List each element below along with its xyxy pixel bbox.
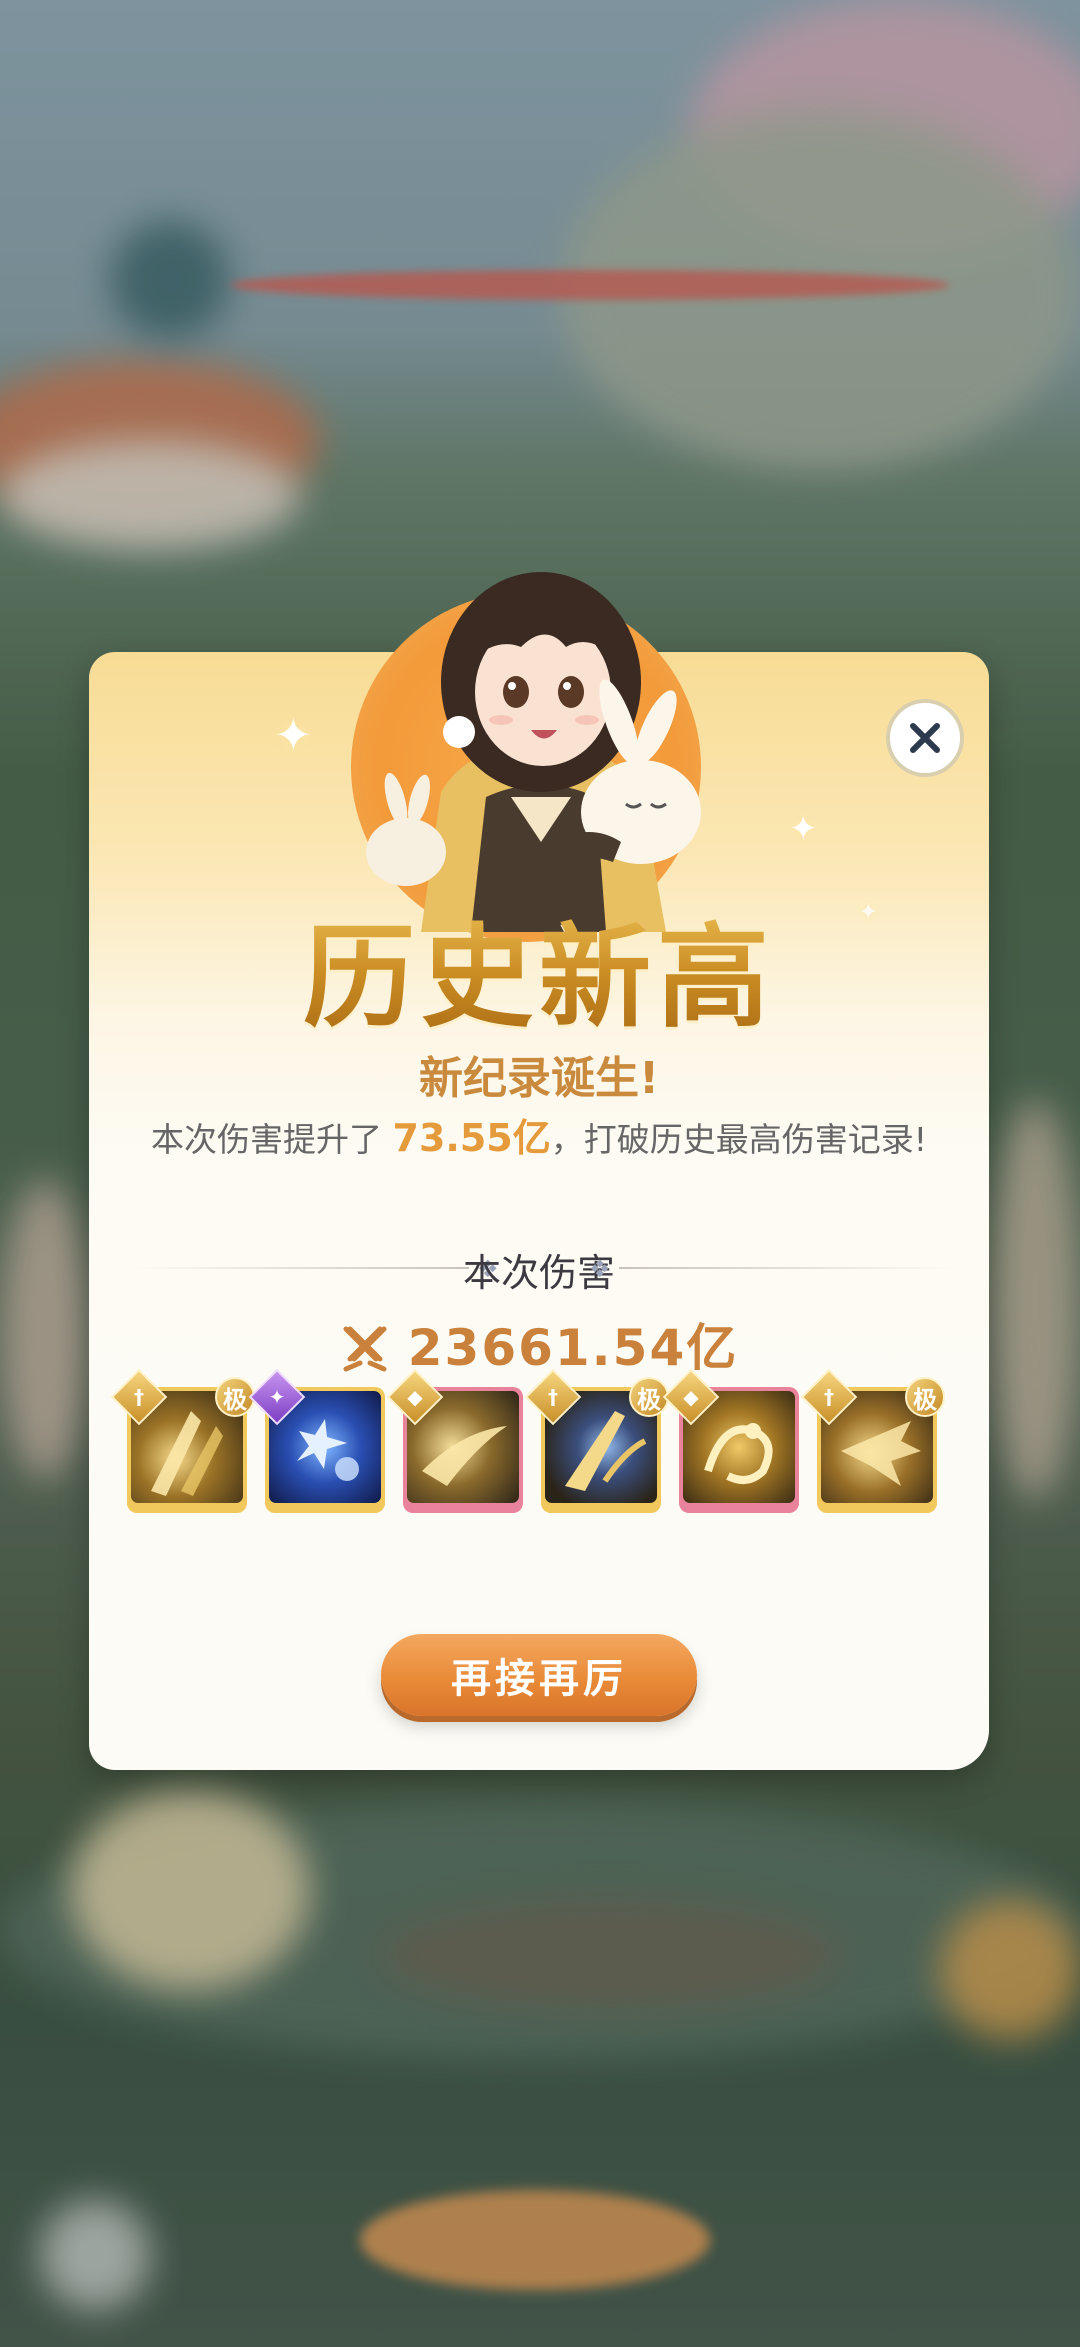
record-title: 历史新高 xyxy=(89,887,989,1049)
skill-card[interactable]: † 极 xyxy=(524,1368,669,1513)
diamond-icon: ❖ xyxy=(589,1255,611,1283)
damage-increase-value: 73.55亿 xyxy=(392,1116,551,1160)
skill-card[interactable]: † 极 xyxy=(110,1368,255,1513)
skill-list: † 极 ✦ ◆ † 极 ◆ † 极 xyxy=(110,1368,957,1517)
record-description: 本次伤害提升了 73.55亿，打破历史最高伤害记录! xyxy=(89,1107,989,1162)
desc-suffix: ，打破历史最高伤害记录! xyxy=(550,1120,927,1159)
retry-button[interactable]: 再接再厉 xyxy=(381,1634,697,1716)
desc-prefix: 本次伤害提升了 xyxy=(151,1120,393,1159)
damage-total: 23661.54亿 xyxy=(89,1308,989,1380)
section-title: 本次伤害 xyxy=(462,1251,615,1295)
skill-card[interactable]: ◆ xyxy=(662,1368,799,1513)
character-illustration xyxy=(366,572,701,932)
skill-card[interactable]: † 极 xyxy=(800,1368,945,1513)
sparkle-icon: ✦ xyxy=(789,809,818,849)
new-record-dialog: ✦ ✦ ✦ 历史新高 新纪录诞生! 本次伤害提升了 73.55亿，打破历史最高伤… xyxy=(89,572,989,1770)
divider-right xyxy=(619,1267,959,1269)
damage-value: 23661.54亿 xyxy=(407,1319,739,1377)
tier-badge: 极 xyxy=(905,1377,945,1417)
sparkle-icon: ✦ xyxy=(274,708,313,762)
crossed-swords-icon xyxy=(343,1326,387,1372)
close-icon xyxy=(910,723,940,753)
skill-card[interactable]: ◆ xyxy=(386,1368,523,1513)
record-subtitle: 新纪录诞生! xyxy=(418,1053,660,1104)
skill-card[interactable]: ✦ xyxy=(248,1368,385,1513)
close-button[interactable] xyxy=(886,699,964,777)
